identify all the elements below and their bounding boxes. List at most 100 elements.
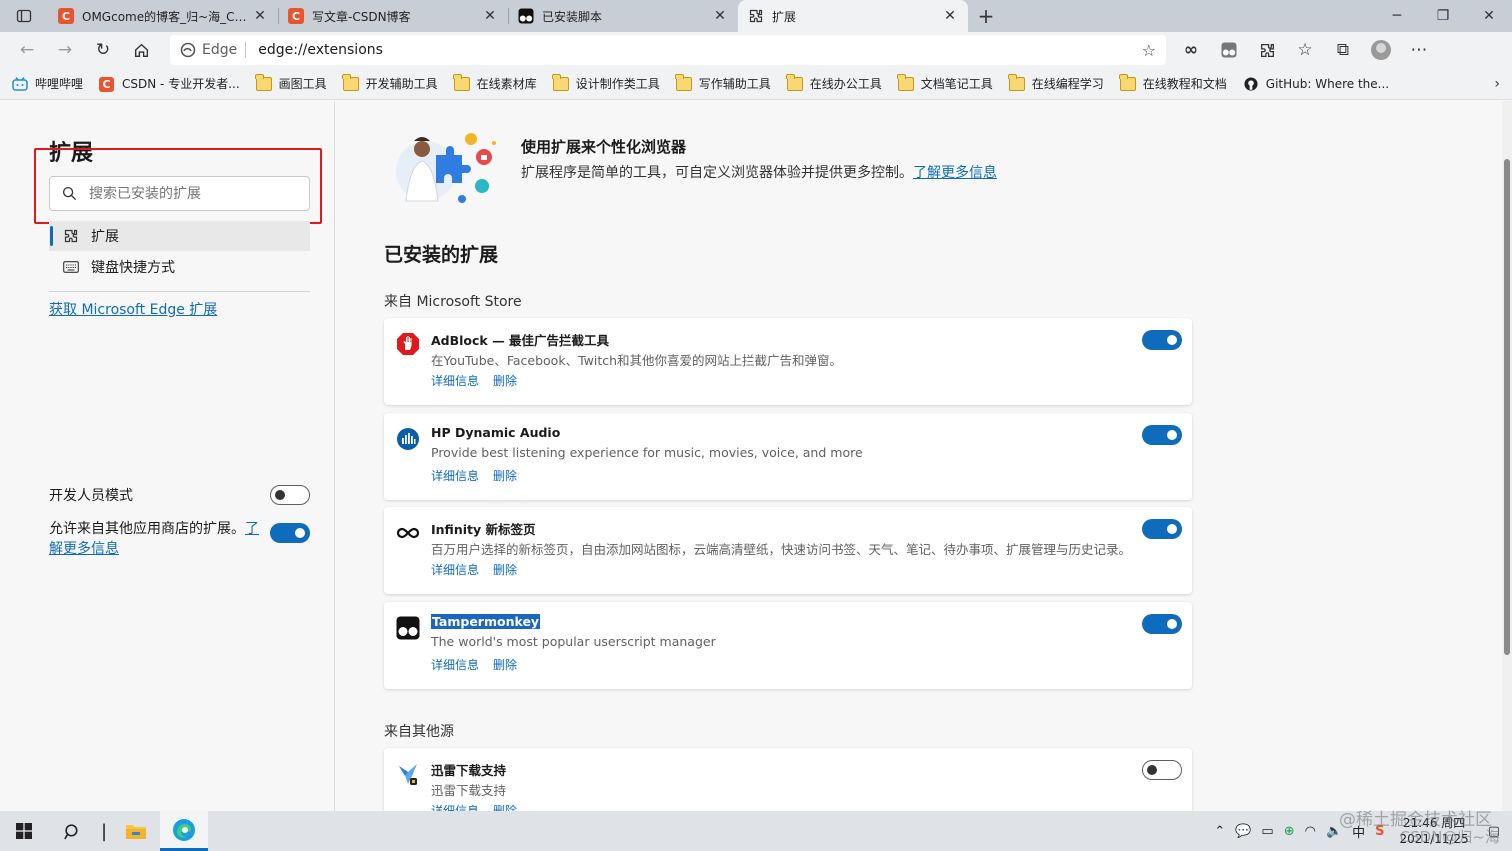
get-edge-extensions-link[interactable]: 获取 Microsoft Edge 扩展 <box>49 299 217 319</box>
add-favorite-icon[interactable]: ☆ <box>1142 41 1156 60</box>
tampermonkey-extension-button[interactable] <box>1210 35 1248 65</box>
details-link[interactable]: 详细信息 <box>431 469 479 483</box>
favorite-folder[interactable]: 开发辅助工具 <box>342 73 438 92</box>
microsoft-store-group-label: 来自 Microsoft Store <box>384 294 522 310</box>
favorite-github[interactable]: GitHub: Where the... <box>1243 77 1389 91</box>
extension-name: AdBlock — 最佳广告拦截工具 <box>431 333 609 348</box>
favorite-folder[interactable]: 文档笔记工具 <box>897 73 993 92</box>
sidebar-item-label: 扩展 <box>91 229 119 245</box>
extension-card-thunder: 迅雷下载支持 迅雷下载支持 详细信息 删除 <box>384 748 1192 811</box>
favorite-folder[interactable]: 在线素材库 <box>453 73 537 92</box>
edge-taskbar-button[interactable] <box>160 811 208 851</box>
tampermonkey-icon <box>1221 42 1237 58</box>
forward-button[interactable]: → <box>46 35 84 65</box>
extension-enable-toggle[interactable] <box>1142 519 1182 539</box>
extension-description: 百万用户选择的新标签页，自由添加网站图标，云端高清壁纸，快速访问书签、天气、笔记… <box>431 542 1132 557</box>
extension-name: Tampermonkey <box>431 614 541 629</box>
watermark-text: CSDN@归~海 <box>1399 828 1500 846</box>
remove-link[interactable]: 删除 <box>493 804 517 811</box>
back-button[interactable]: ← <box>8 35 46 65</box>
taskbar-search-button[interactable] <box>48 811 96 851</box>
close-icon[interactable]: ✕ <box>942 8 958 24</box>
chat-icon[interactable]: 💬 <box>1235 824 1251 839</box>
new-tab-button[interactable]: + <box>968 0 1004 32</box>
download-icon[interactable]: ⊕ <box>1284 824 1295 839</box>
tab-installed-scripts[interactable]: 已安装脚本 ✕ <box>508 0 738 32</box>
restore-icon[interactable]: ❐ <box>1420 0 1466 32</box>
details-link[interactable]: 详细信息 <box>431 658 479 672</box>
allow-other-stores-label: 允许来自其他应用商店的扩展。 <box>49 521 245 537</box>
details-link[interactable]: 详细信息 <box>431 374 479 388</box>
collections-button[interactable]: ⧉ <box>1324 35 1362 65</box>
chevron-up-icon[interactable]: ⌃ <box>1214 824 1225 839</box>
search-input[interactable] <box>89 185 289 202</box>
close-icon[interactable]: ✕ <box>482 8 498 24</box>
favorites-button[interactable]: ☆ <box>1286 35 1324 65</box>
tab-actions-icon <box>16 9 32 23</box>
favorite-folder[interactable]: 在线编程学习 <box>1008 73 1104 92</box>
page-scrollbar[interactable] <box>1502 101 1512 811</box>
remove-link[interactable]: 删除 <box>493 658 517 672</box>
extension-enable-toggle[interactable] <box>1142 760 1182 780</box>
extension-enable-toggle[interactable] <box>1142 614 1182 634</box>
battery-icon[interactable]: ▭ <box>1261 824 1273 839</box>
scrollbar-thumb[interactable] <box>1504 159 1510 655</box>
file-explorer-button[interactable] <box>112 811 160 851</box>
settings-menu-button[interactable]: ⋯ <box>1400 35 1438 65</box>
hero-learn-more-link[interactable]: 了解更多信息 <box>913 165 997 181</box>
remove-link[interactable]: 删除 <box>493 469 517 483</box>
minimize-icon[interactable]: ─ <box>1374 0 1420 32</box>
search-extensions-box[interactable] <box>49 176 310 211</box>
favorite-csdn[interactable]: C CSDN - 专业开发者... <box>99 75 240 92</box>
favorite-bilibili[interactable]: 哔哩哔哩 <box>12 75 83 92</box>
omnibox-label: Edge <box>202 42 238 58</box>
infinity-extension-button[interactable]: ∞ <box>1172 35 1210 65</box>
home-button[interactable] <box>122 35 160 65</box>
developer-mode-toggle[interactable] <box>270 485 310 505</box>
close-icon[interactable]: ✕ <box>712 8 728 24</box>
address-bar[interactable]: Edge edge://extensions ☆ <box>170 35 1166 65</box>
tab-csdn-write[interactable]: C 写文章-CSDN博客 ✕ <box>278 0 508 32</box>
extensions-button[interactable] <box>1248 35 1286 65</box>
remove-link[interactable]: 删除 <box>493 374 517 388</box>
extension-enable-toggle[interactable] <box>1142 330 1182 350</box>
favorites-star-icon: ☆ <box>1297 40 1313 60</box>
remove-link[interactable]: 删除 <box>493 563 517 577</box>
folder-icon <box>1119 73 1136 91</box>
profile-button[interactable] <box>1362 35 1400 65</box>
refresh-button[interactable]: ↻ <box>84 35 122 65</box>
details-link[interactable]: 详细信息 <box>431 563 479 577</box>
favorite-label: 写作辅助工具 <box>698 77 771 91</box>
extensions-icon <box>748 8 764 24</box>
url-text[interactable]: edge://extensions <box>258 42 1141 58</box>
details-link[interactable]: 详细信息 <box>431 804 479 811</box>
start-button[interactable] <box>0 811 48 851</box>
extension-actions: 详细信息 删除 <box>431 656 531 673</box>
extension-description: The world's most popular userscript mana… <box>431 634 716 649</box>
chevron-right-icon[interactable]: › <box>1494 76 1500 92</box>
sidebar-item-keyboard-shortcuts[interactable]: 键盘快捷方式 <box>49 252 310 282</box>
sidebar-item-extensions[interactable]: 扩展 <box>49 221 310 251</box>
folder-icon <box>342 73 359 91</box>
taskview-button[interactable]: | <box>96 811 112 851</box>
favorite-folder[interactable]: 画图工具 <box>255 73 327 92</box>
close-window-icon[interactable]: ✕ <box>1466 0 1512 32</box>
favorite-folder[interactable]: 写作辅助工具 <box>675 73 771 92</box>
favorite-folder[interactable]: 设计制作类工具 <box>552 73 660 92</box>
keyboard-icon <box>63 261 81 273</box>
window-controls: ─ ❐ ✕ <box>1374 0 1512 32</box>
windows-taskbar: | ⌃ 💬 ▭ ⊕ ◠ 🔈 中 S 21:46 周四 2021/11/25 ▢ <box>0 811 1512 851</box>
tab-extensions[interactable]: 扩展 ✕ <box>738 0 968 32</box>
extension-enable-toggle[interactable] <box>1142 425 1182 445</box>
tab-csdn-blog[interactable]: C OMGcome的博客_归~海_CSDN博客 ✕ <box>48 0 278 32</box>
favorite-folder[interactable]: 在线办公工具 <box>786 73 882 92</box>
collections-icon: ⧉ <box>1336 40 1350 60</box>
extension-actions: 详细信息 删除 <box>431 467 531 484</box>
extension-actions: 详细信息 删除 <box>431 561 531 578</box>
extension-name: 迅雷下载支持 <box>431 763 507 778</box>
allow-other-stores-toggle[interactable] <box>270 523 310 543</box>
close-icon[interactable]: ✕ <box>252 8 268 24</box>
tab-actions-button[interactable] <box>0 0 48 32</box>
wifi-icon[interactable]: ◠ <box>1305 824 1316 839</box>
favorite-folder[interactable]: 在线教程和文档 <box>1119 73 1227 92</box>
